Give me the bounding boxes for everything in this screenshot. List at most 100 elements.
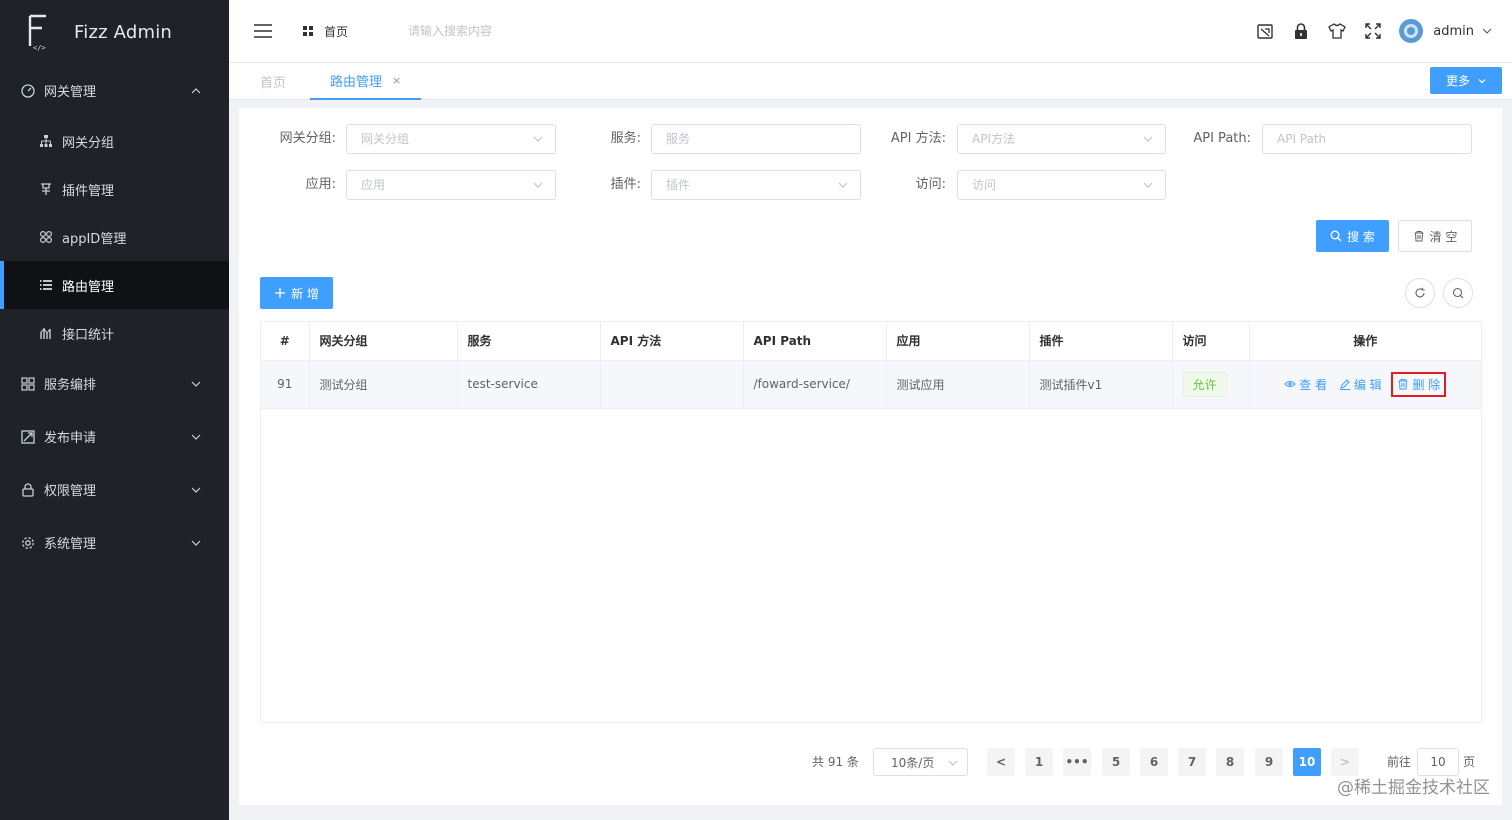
logo[interactable]: </> Fizz Admin <box>0 0 229 64</box>
more-label: 更多 <box>1445 74 1470 88</box>
page-button-current[interactable]: 10 <box>1293 748 1321 776</box>
page-button[interactable]: 7 <box>1178 748 1206 776</box>
prev-page-button[interactable]: < <box>987 748 1015 776</box>
sidebar-item-stats[interactable]: 接口统计 <box>0 309 229 357</box>
trash-icon <box>1413 230 1425 242</box>
page-suffix: 页 <box>1463 755 1476 769</box>
filter-path-field[interactable] <box>1262 124 1472 154</box>
search-button[interactable]: 搜 索 <box>1316 220 1389 252</box>
next-page-button[interactable]: > <box>1331 748 1359 776</box>
page-button[interactable]: 1 <box>1025 748 1053 776</box>
more-button[interactable]: 更多 <box>1430 67 1502 94</box>
logo-icon: </> <box>24 12 52 52</box>
add-button[interactable]: 新 增 <box>260 277 333 309</box>
filter-app-select[interactable] <box>346 170 556 200</box>
col-header-index[interactable]: # <box>261 322 310 361</box>
avatar[interactable] <box>1399 19 1424 43</box>
filter-method-input[interactable] <box>972 132 1151 146</box>
col-header-plugin[interactable]: 插件 <box>1029 322 1173 361</box>
col-header-service[interactable]: 服务 <box>457 322 601 361</box>
col-header-access[interactable]: 访问 <box>1172 322 1250 361</box>
sidebar-item-plugin[interactable]: 插件管理 <box>0 165 229 213</box>
goto-page-input[interactable] <box>1417 748 1459 776</box>
tab-home[interactable]: 首页 <box>260 63 286 99</box>
sidebar-item-route[interactable]: 路由管理 <box>0 261 229 309</box>
view-label: 查 看 <box>1299 377 1327 392</box>
refresh-button[interactable] <box>1405 278 1435 308</box>
view-link[interactable]: 查 看 <box>1284 376 1327 393</box>
gear-icon <box>20 535 36 551</box>
close-icon[interactable]: × <box>392 74 401 87</box>
page-ellipsis[interactable]: ••• <box>1063 748 1091 776</box>
lock-icon[interactable] <box>1291 21 1311 41</box>
col-header-group[interactable]: 网关分组 <box>309 322 458 361</box>
col-header-path[interactable]: API Path <box>743 322 887 361</box>
filter-app-input[interactable] <box>361 178 541 192</box>
page-button[interactable]: 9 <box>1255 748 1283 776</box>
delete-link[interactable]: 删 除 <box>1391 371 1447 397</box>
list-icon <box>38 277 54 293</box>
filter-group-input[interactable] <box>361 132 541 146</box>
page-button[interactable]: 8 <box>1216 748 1244 776</box>
chevron-down-icon <box>191 381 201 387</box>
chevron-up-icon <box>191 87 201 93</box>
breadcrumb[interactable]: 首页 <box>303 23 348 40</box>
table-row[interactable]: 91 测试分组 test-service /foward-service/ 测试… <box>261 360 1481 409</box>
sidebar: </> Fizz Admin 网关管理 网关分组 插件管理 appID管理 路由… <box>0 0 229 820</box>
col-header-method[interactable]: API 方法 <box>600 322 744 361</box>
cell-app: 测试应用 <box>886 360 1030 409</box>
screenshot-icon[interactable] <box>1255 21 1275 41</box>
page-size-select[interactable]: 10条/页 <box>873 748 968 776</box>
menu-service-orchestration[interactable]: 服务编排 <box>0 357 229 410</box>
filter-group-select[interactable] <box>346 124 556 154</box>
fullscreen-icon[interactable] <box>1363 21 1383 41</box>
cell-group: 测试分组 <box>309 360 458 409</box>
sidebar-item-label: appID管理 <box>62 231 127 247</box>
delete-label: 删 除 <box>1412 377 1441 392</box>
filter-group-label: 网关分组: <box>279 131 336 146</box>
filter-method-label: API 方法: <box>890 131 946 146</box>
col-header-app[interactable]: 应用 <box>886 322 1030 361</box>
filter-access-label: 访问: <box>915 177 946 192</box>
filter-path-label: API Path: <box>1193 131 1251 146</box>
shirt-icon[interactable] <box>1327 21 1347 41</box>
filter-plugin-input[interactable] <box>666 178 846 192</box>
chevron-down-icon[interactable] <box>1482 26 1492 36</box>
cell-actions: 查 看 编 辑 删 除 <box>1249 360 1481 409</box>
edit-link[interactable]: 编 辑 <box>1339 376 1382 393</box>
pagination-total: 共 91 条 <box>812 755 859 769</box>
filter-access-input[interactable] <box>972 178 1151 192</box>
menu-label: 发布申请 <box>44 431 97 446</box>
filter-service-field[interactable] <box>651 124 861 154</box>
sidebar-item-label: 网关分组 <box>62 135 115 151</box>
user-name[interactable]: admin <box>1433 24 1474 39</box>
menu-permission[interactable]: 权限管理 <box>0 463 229 516</box>
filter-access-select[interactable] <box>957 170 1166 200</box>
page-button[interactable]: 5 <box>1102 748 1130 776</box>
filter-service-input[interactable] <box>666 132 846 146</box>
menu-publish[interactable]: 发布申请 <box>0 410 229 463</box>
search-icon <box>1330 230 1342 242</box>
main-card: 网关分组: 服务: API 方法: API Path: 应用: 插件: 访问: … <box>239 108 1502 805</box>
grid-icon <box>20 376 36 392</box>
sidebar-item-label: 接口统计 <box>62 327 115 343</box>
goto-label: 前往 <box>1387 755 1412 769</box>
filter-path-input[interactable] <box>1277 132 1457 146</box>
plugin-icon <box>38 181 54 197</box>
sidebar-item-appid[interactable]: appID管理 <box>0 213 229 261</box>
page-button[interactable]: 6 <box>1140 748 1168 776</box>
filter-plugin-select[interactable] <box>651 170 861 200</box>
menu-gateway[interactable]: 网关管理 <box>0 64 229 117</box>
clear-button[interactable]: 清 空 <box>1398 220 1472 252</box>
tab-route-management[interactable]: 路由管理 × <box>310 63 422 100</box>
hamburger-icon[interactable] <box>253 21 273 41</box>
sidebar-item-label: 路由管理 <box>62 279 115 295</box>
chevron-down-icon <box>948 760 958 766</box>
table-search-button[interactable] <box>1443 278 1473 308</box>
cell-service: test-service <box>457 360 601 409</box>
global-search-input[interactable] <box>408 24 609 38</box>
menu-system[interactable]: 系统管理 <box>0 516 229 569</box>
sidebar-item-gateway-group[interactable]: 网关分组 <box>0 117 229 165</box>
filter-method-select[interactable] <box>957 124 1166 154</box>
cell-plugin: 测试插件v1 <box>1029 360 1173 409</box>
